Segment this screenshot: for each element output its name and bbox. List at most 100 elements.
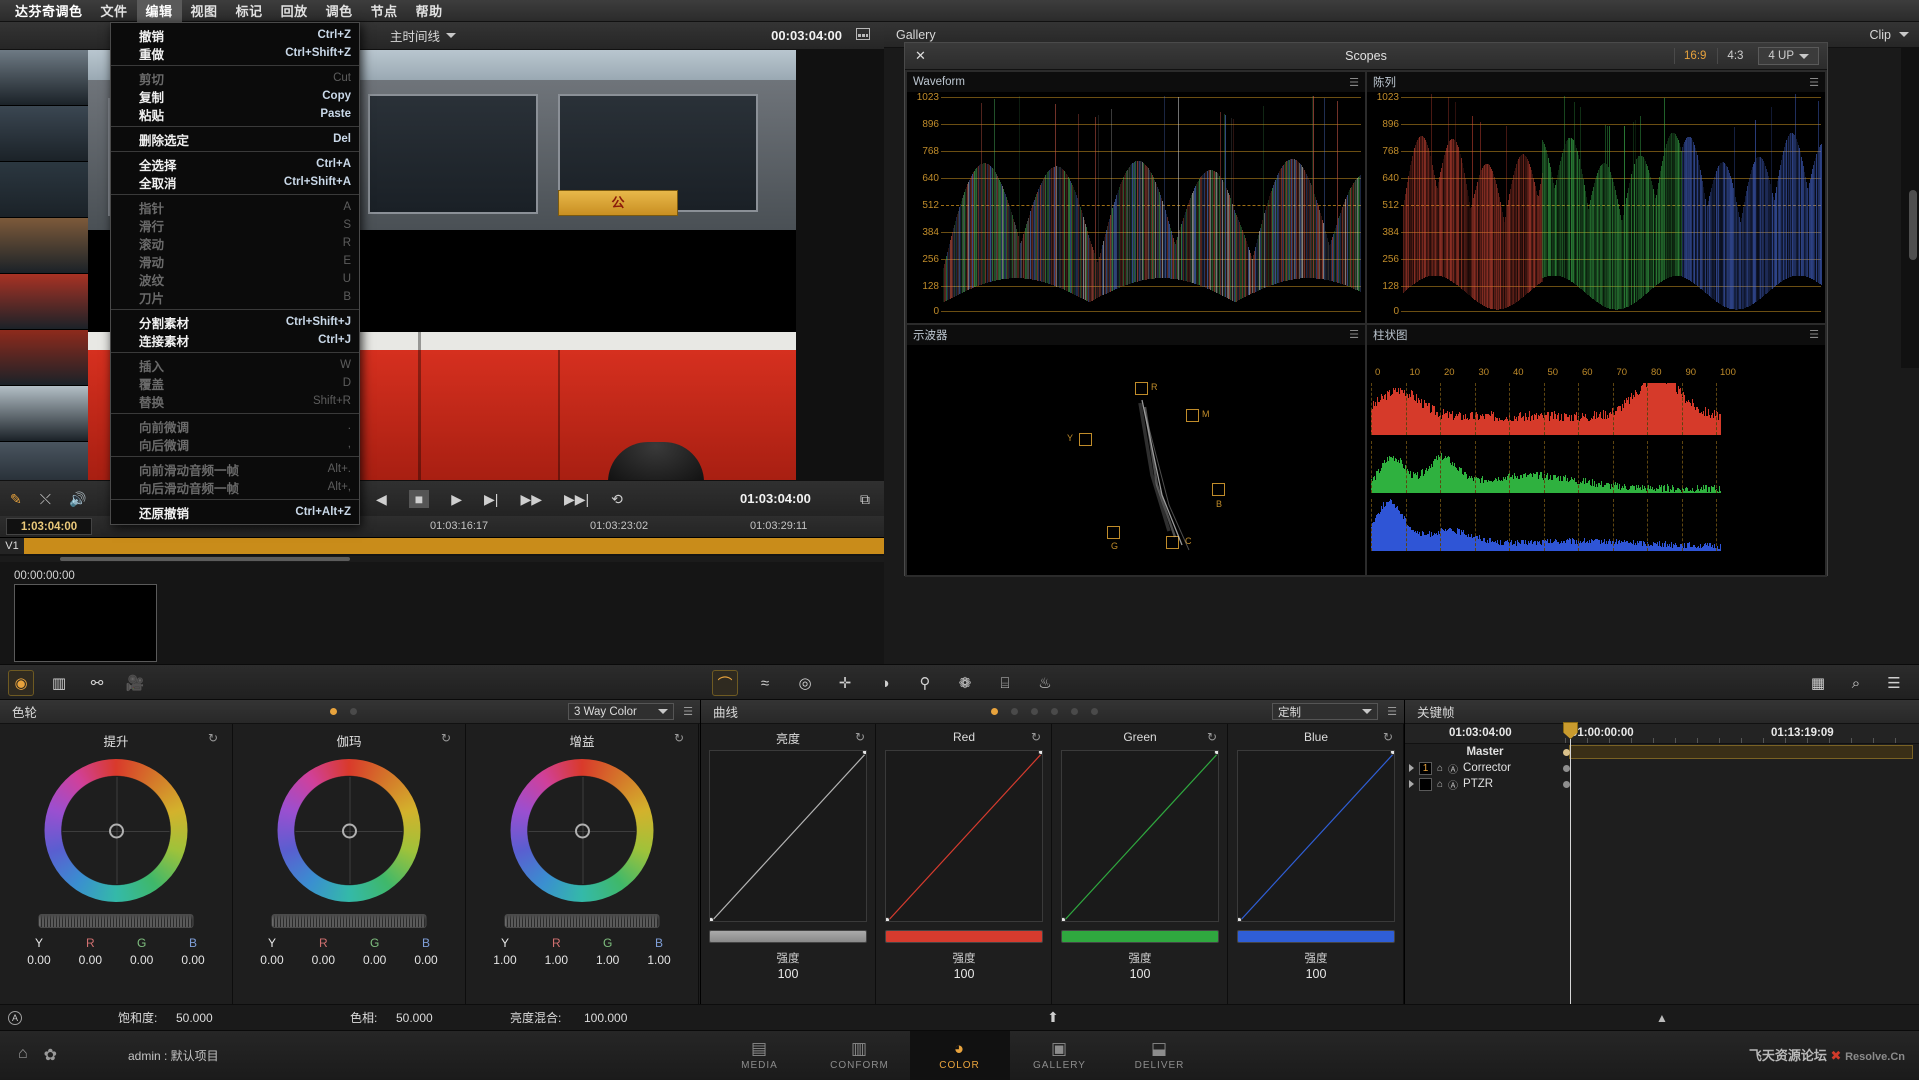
menu-item-4[interactable]: 标记 xyxy=(227,0,272,22)
color-wheels-icon[interactable]: ◉ xyxy=(8,670,34,696)
channel-value[interactable]: 0.00 xyxy=(181,953,204,967)
menu-item-撤销[interactable]: 撤销Ctrl+Z xyxy=(111,26,359,44)
keyframes-playhead[interactable] xyxy=(1570,724,1571,1004)
gallery-label[interactable]: Gallery xyxy=(896,28,936,42)
curve-intensity-value[interactable]: 100 xyxy=(1229,967,1403,981)
channel-value[interactable]: 0.00 xyxy=(79,953,102,967)
color-wheel-slider[interactable] xyxy=(505,914,660,928)
expand-arrow-icon[interactable] xyxy=(1409,780,1414,788)
curve-intensity-bar[interactable] xyxy=(709,930,867,943)
channel-value[interactable]: 0.00 xyxy=(414,953,437,967)
hamburger-icon[interactable]: ☰ xyxy=(1387,705,1397,718)
hamburger-icon[interactable]: ☰ xyxy=(1809,328,1819,341)
curves-page-dots[interactable] xyxy=(991,708,1098,715)
curve-intensity-bar[interactable] xyxy=(1237,930,1395,943)
ratio-4-3-button[interactable]: 4:3 xyxy=(1717,48,1752,64)
channel-value[interactable]: 0.00 xyxy=(312,953,335,967)
keyframe-marker[interactable] xyxy=(1563,749,1570,756)
options-icon[interactable]: ☰ xyxy=(1881,670,1907,696)
hamburger-icon[interactable]: ☰ xyxy=(1809,76,1819,89)
curve-intensity-bar[interactable] xyxy=(1061,930,1219,943)
bars-icon[interactable]: ▥ xyxy=(46,670,72,696)
menu-item-0[interactable]: 达芬奇调色 xyxy=(6,0,92,22)
menu-item-删除选定[interactable]: 删除选定Del xyxy=(111,130,359,148)
channel-value[interactable]: 1.00 xyxy=(493,953,516,967)
clip-thumbnail[interactable] xyxy=(14,584,157,662)
curve-point[interactable] xyxy=(1390,750,1395,755)
export-icon[interactable]: ⬆ xyxy=(1047,1009,1059,1026)
page-conform[interactable]: ▥CONFORM xyxy=(810,1031,910,1080)
skip-back-icon[interactable]: ◀ xyxy=(376,492,387,506)
power-window-icon[interactable]: ✛ xyxy=(832,670,858,696)
menu-item-8[interactable]: 帮助 xyxy=(407,0,452,22)
keyframes-track-area[interactable] xyxy=(1561,744,1919,1004)
qualifier-icon[interactable]: ◎ xyxy=(792,670,818,696)
color-wheel-handle[interactable] xyxy=(342,823,357,838)
menu-item-1[interactable]: 文件 xyxy=(92,0,137,22)
curve-point[interactable] xyxy=(885,917,890,922)
curves-grade-icon[interactable]: ⚯ xyxy=(84,670,110,696)
fast-forward-icon[interactable]: ▶▶ xyxy=(520,492,542,506)
skip-forward-icon[interactable]: ▶▶| xyxy=(564,492,589,506)
channel-value[interactable]: 1.00 xyxy=(545,953,568,967)
gear-icon[interactable]: ✿ xyxy=(44,1045,57,1065)
key-icon[interactable]: ⚲ xyxy=(912,670,938,696)
edit-dropdown-menu[interactable]: 撤销Ctrl+Z重做Ctrl+Shift+Z剪切Cut复制Copy粘贴Paste… xyxy=(110,22,360,525)
stop-icon[interactable]: ■ xyxy=(409,490,429,508)
color-wheel-slider[interactable] xyxy=(272,914,427,928)
color-wheels-mode-select[interactable]: 3 Way Color xyxy=(568,703,674,720)
curve-graph[interactable] xyxy=(709,750,867,922)
curve-graph[interactable] xyxy=(1061,750,1219,922)
menu-item-还原撤销[interactable]: 还原撤销Ctrl+Alt+Z xyxy=(111,503,359,521)
curve-point[interactable] xyxy=(1237,917,1242,922)
color-wheel-handle[interactable] xyxy=(109,823,124,838)
tracker-icon[interactable]: ◑ xyxy=(872,670,898,696)
menu-item-复制[interactable]: 复制Copy xyxy=(111,87,359,105)
keyframe-marker[interactable] xyxy=(1563,765,1570,772)
expand-arrow-icon[interactable] xyxy=(1409,764,1414,772)
page-media[interactable]: ▤MEDIA xyxy=(710,1031,810,1080)
reset-icon[interactable]: ↻ xyxy=(441,731,451,745)
hamburger-icon[interactable]: ☰ xyxy=(1349,76,1359,89)
anim-icon[interactable]: Ⓐ xyxy=(1448,777,1458,792)
lock-icon[interactable]: ⌂ xyxy=(1437,763,1443,774)
channel-value[interactable]: 1.00 xyxy=(596,953,619,967)
scopes-layout-button[interactable]: 4 UP xyxy=(1758,47,1819,65)
reset-icon[interactable]: ↻ xyxy=(674,731,684,745)
home-icon[interactable]: ⌂ xyxy=(18,1045,28,1065)
curve-intensity-value[interactable]: 100 xyxy=(877,967,1051,981)
menu-item-全取消[interactable]: 全取消Ctrl+Shift+A xyxy=(111,173,359,191)
menu-item-2[interactable]: 编辑 xyxy=(137,0,182,22)
play-icon[interactable]: ▶ xyxy=(451,492,462,506)
channel-value[interactable]: 0.00 xyxy=(130,953,153,967)
auto-balance-icon[interactable]: A xyxy=(8,1011,22,1025)
timeline-scrollbar-thumb[interactable] xyxy=(60,557,350,561)
ratio-16-9-button[interactable]: 16:9 xyxy=(1674,48,1715,64)
color-wheel-ring[interactable] xyxy=(45,759,188,902)
curve-graph[interactable] xyxy=(1237,750,1395,922)
menu-item-粘贴[interactable]: 粘贴Paste xyxy=(111,105,359,123)
menu-item-7[interactable]: 节点 xyxy=(362,0,407,22)
color-wheel-ring[interactable] xyxy=(511,759,654,902)
reset-icon[interactable]: ↻ xyxy=(208,731,218,745)
filmstrip-thumbnail[interactable] xyxy=(0,106,88,162)
keyframe-row-PTZR[interactable]: 0⌂ⒶPTZR xyxy=(1405,776,1561,792)
keyframes-scroll-icon[interactable]: ▲ xyxy=(1656,1011,1668,1025)
anim-icon[interactable]: Ⓐ xyxy=(1448,761,1458,776)
curves-icon[interactable]: ⌒ xyxy=(712,670,738,696)
channel-value[interactable]: 1.00 xyxy=(647,953,670,967)
curves-mode-select[interactable]: 定制 xyxy=(1272,703,1378,720)
color-wheel-ring[interactable] xyxy=(278,759,421,902)
search-menu-icon[interactable]: ⌕ xyxy=(1843,670,1869,696)
reset-icon[interactable]: ↻ xyxy=(855,730,865,744)
page-gallery[interactable]: ▣GALLERY xyxy=(1010,1031,1110,1080)
menu-item-全选择[interactable]: 全选择Ctrl+A xyxy=(111,155,359,173)
hue-value[interactable]: 50.000 xyxy=(396,1011,433,1025)
filmstrip-thumbnail[interactable] xyxy=(0,50,88,106)
curve-intensity-value[interactable]: 100 xyxy=(701,967,875,981)
color-wheel-handle[interactable] xyxy=(575,823,590,838)
menu-item-3[interactable]: 视图 xyxy=(182,0,227,22)
menu-item-重做[interactable]: 重做Ctrl+Shift+Z xyxy=(111,44,359,62)
speaker-icon[interactable]: 🔊 xyxy=(69,492,86,506)
keyframes-ruler[interactable]: 01:03:04:00 01:00:00:00 01:13:19:09 xyxy=(1405,724,1919,744)
